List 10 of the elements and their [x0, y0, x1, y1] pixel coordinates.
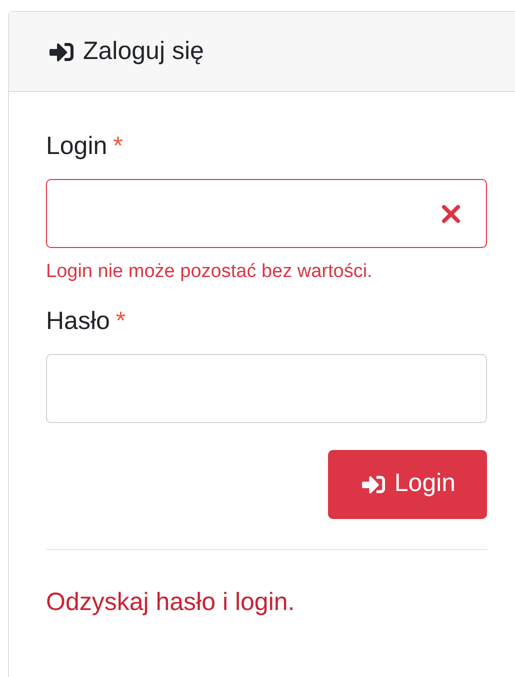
error-icon [441, 204, 461, 224]
recover-password-link[interactable]: Odzyskaj hasło i login. [46, 588, 295, 616]
required-mark: * [116, 306, 126, 337]
field-label: Login [46, 131, 108, 162]
input-field[interactable] [46, 179, 487, 248]
login-button[interactable]: Login [328, 450, 487, 518]
error-message: Login nie może pozostać bez wartości. [46, 260, 374, 284]
card-title: Zaloguj się [83, 36, 204, 67]
field-label: Hasło [46, 306, 110, 337]
required-mark: * [113, 131, 123, 162]
